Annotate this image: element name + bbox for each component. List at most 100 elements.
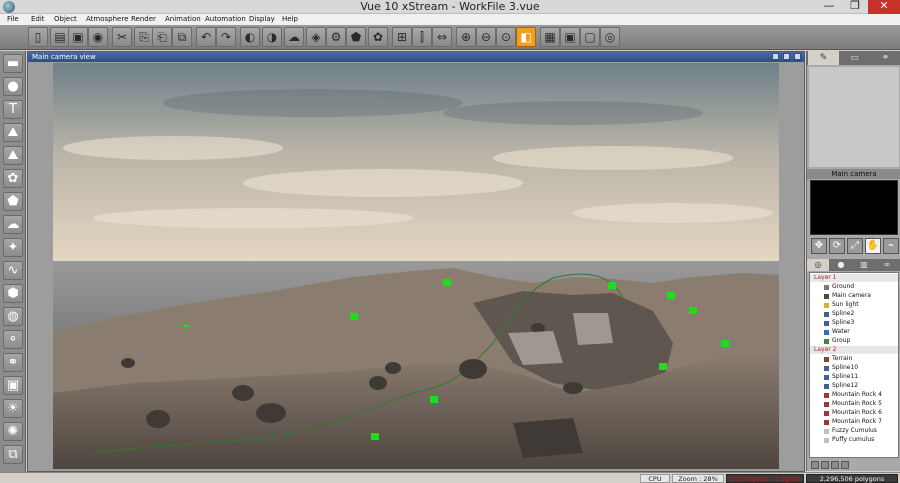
menu-render[interactable]: Render xyxy=(131,14,156,25)
spline-icon[interactable]: ∿ xyxy=(3,261,23,280)
redo-icon[interactable]: ↷ xyxy=(216,27,236,47)
color-palette-icon[interactable]: ✿ xyxy=(368,27,388,47)
ground-plane-icon[interactable]: ▬ xyxy=(3,54,23,73)
tree-item-row[interactable]: Fuzzy Cumulus xyxy=(810,427,898,435)
align-icon[interactable]: ⫿ xyxy=(412,27,432,47)
tree-layer-row[interactable]: Layer 1 xyxy=(810,274,898,282)
new-file-icon[interactable]: ▯ xyxy=(28,27,48,47)
tree-item-row[interactable]: Spline10 xyxy=(810,364,898,372)
viewport-minimize-icon[interactable] xyxy=(782,53,790,60)
menu-automation[interactable]: Automation xyxy=(205,14,246,25)
ruler-tab-icon[interactable]: ▭ xyxy=(839,51,870,65)
materials-icon[interactable]: ◉ xyxy=(88,27,108,47)
tree-layer-row[interactable]: Layer 2 xyxy=(810,346,898,354)
rock-icon[interactable]: ⬟ xyxy=(3,192,23,211)
main-camera-viewport[interactable]: Main camera view xyxy=(27,51,805,472)
cut-icon[interactable]: ✂ xyxy=(112,27,132,47)
group-icon[interactable]: ▣ xyxy=(3,376,23,395)
tree-item-row[interactable]: Spline11 xyxy=(810,373,898,381)
move-up-icon[interactable] xyxy=(831,461,839,469)
menu-atmosphere[interactable]: Atmosphere xyxy=(86,14,128,25)
viewport-maximize-icon[interactable] xyxy=(794,53,801,60)
tree-item-row[interactable]: Spline12 xyxy=(810,382,898,390)
single-view-icon[interactable]: ◧ xyxy=(516,27,536,47)
menu-edit[interactable]: Edit xyxy=(31,14,45,25)
pencil-tab-icon[interactable]: ✎ xyxy=(808,51,839,65)
menu-display[interactable]: Display xyxy=(249,14,275,25)
save-icon[interactable]: ▣ xyxy=(68,27,88,47)
material-sphere-icon[interactable]: ◍ xyxy=(3,307,23,326)
library-tab-icon[interactable]: ▥ xyxy=(853,259,875,271)
tree-item-row[interactable]: Spline3 xyxy=(810,319,898,327)
render-icon[interactable]: ◐ xyxy=(240,27,260,47)
duplicate-icon[interactable]: ⧉ xyxy=(172,27,192,47)
close-button[interactable]: ✕ xyxy=(868,0,900,14)
sun-icon[interactable]: ☀ xyxy=(3,399,23,418)
mountains-icon[interactable]: ⛰ xyxy=(3,146,23,165)
terrain-icon[interactable]: ⛰ xyxy=(3,123,23,142)
metaball-icon[interactable]: ⚬ xyxy=(3,330,23,349)
objects-tab-icon[interactable]: ◎ xyxy=(807,259,829,271)
text-icon[interactable]: T xyxy=(3,100,23,119)
plant-icon[interactable]: ✿ xyxy=(3,169,23,188)
links-tab-icon[interactable]: ∞ xyxy=(876,259,898,271)
tree-item-row[interactable]: Mountain Rock 7 xyxy=(810,418,898,426)
rock-icon[interactable]: ⬟ xyxy=(346,27,366,47)
link-icon[interactable]: ⚭ xyxy=(3,353,23,372)
scale-icon[interactable]: ⇔ xyxy=(432,27,452,47)
tree-item-row[interactable]: Water xyxy=(810,328,898,336)
tree-item-row[interactable]: Mountain Rock 6 xyxy=(810,409,898,417)
delete-layer-icon[interactable] xyxy=(821,461,829,469)
network-icon[interactable]: ◎ xyxy=(600,27,620,47)
cloud-icon[interactable]: ☁ xyxy=(3,215,23,234)
filter-icon[interactable]: ⚙ xyxy=(326,27,346,47)
tree-item-row[interactable]: Mountain Rock 5 xyxy=(810,400,898,408)
panel-tabs: ✎ ▭ ⚭ xyxy=(807,51,900,65)
tree-item-row[interactable]: Group xyxy=(810,337,898,345)
menu-help[interactable]: Help xyxy=(282,14,298,25)
menu-file[interactable]: File xyxy=(7,14,19,25)
pivot-icon[interactable]: ⊞ xyxy=(392,27,412,47)
fit-icon[interactable]: ⤢ xyxy=(847,238,863,254)
clapper-icon[interactable]: ▣ xyxy=(560,27,580,47)
tree-item-row[interactable]: Spline2 xyxy=(810,310,898,318)
sphere-icon[interactable]: ● xyxy=(3,77,23,96)
tree-item-row[interactable]: Sun light xyxy=(810,301,898,309)
minimize-button[interactable]: — xyxy=(816,0,842,14)
undo-icon[interactable]: ↶ xyxy=(196,27,216,47)
viewport-title-bar: Main camera view xyxy=(28,52,804,62)
menu-animation[interactable]: Animation xyxy=(165,14,201,25)
maximize-button[interactable]: ❐ xyxy=(842,0,868,14)
cube-icon[interactable]: ◈ xyxy=(306,27,326,47)
copy-icon[interactable]: ⎘ xyxy=(134,27,154,47)
tree-item-row[interactable]: Terrain xyxy=(810,355,898,363)
film-icon[interactable]: ▦ xyxy=(540,27,560,47)
atmosphere-editor-icon[interactable]: ✺ xyxy=(3,422,23,441)
atmosphere-icon[interactable]: ☁ xyxy=(284,27,304,47)
zoom-in-icon[interactable]: ⊕ xyxy=(456,27,476,47)
tree-item-row[interactable]: Ground xyxy=(810,283,898,291)
light-icon[interactable]: ✦ xyxy=(3,238,23,257)
hand-icon[interactable]: ✋ xyxy=(865,238,881,254)
orbit-icon[interactable]: ⟳ xyxy=(829,238,845,254)
pan-icon[interactable]: ✥ xyxy=(811,238,827,254)
nodes-tab-icon[interactable]: ⚭ xyxy=(870,51,900,65)
primitives-icon[interactable]: ⬢ xyxy=(3,284,23,303)
render-options-icon[interactable]: ◑ xyxy=(262,27,282,47)
viewport-menu-icon[interactable] xyxy=(771,53,779,60)
paste-icon[interactable]: ⎗ xyxy=(152,27,172,47)
materials-tab-icon[interactable]: ● xyxy=(830,259,852,271)
open-file-icon[interactable]: ▤ xyxy=(50,27,70,47)
zoom-fit-icon[interactable]: ⊙ xyxy=(496,27,516,47)
frame-icon[interactable]: ▢ xyxy=(580,27,600,47)
move-down-icon[interactable] xyxy=(841,461,849,469)
new-layer-icon[interactable] xyxy=(811,461,819,469)
zoom-out-icon[interactable]: ⊖ xyxy=(476,27,496,47)
wand-icon[interactable]: ⌁ xyxy=(883,238,899,254)
scene-render[interactable] xyxy=(53,63,779,469)
menu-object[interactable]: Object xyxy=(54,14,77,25)
tree-item-row[interactable]: Puffy cumulus xyxy=(810,436,898,444)
tree-item-row[interactable]: Mountain Rock 4 xyxy=(810,391,898,399)
tree-item-row[interactable]: Main camera xyxy=(810,292,898,300)
layers-icon[interactable]: ⧉ xyxy=(3,445,23,464)
